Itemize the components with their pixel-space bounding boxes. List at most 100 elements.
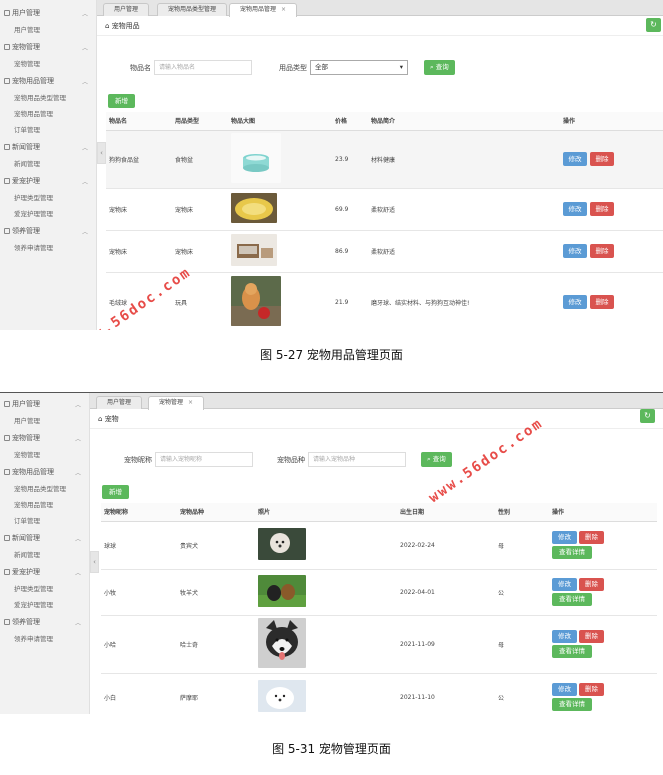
add-button[interactable]: 新增: [102, 485, 129, 499]
sidebar-group-pets[interactable]: 宠物管理 ︿: [0, 429, 89, 447]
folder-icon: [4, 619, 10, 625]
tab-supplies[interactable]: 宠物用品管理 ×: [229, 3, 298, 17]
delete-button[interactable]: 删除: [590, 202, 614, 216]
refresh-button[interactable]: ↻: [640, 409, 655, 423]
close-icon[interactable]: ×: [188, 399, 193, 406]
tab-users[interactable]: 用户管理: [103, 3, 150, 16]
edit-button[interactable]: 修改: [563, 202, 587, 216]
sidebar-item-supply-manage[interactable]: 宠物用品管理: [0, 497, 89, 513]
edit-button[interactable]: 修改: [552, 531, 577, 544]
delete-button[interactable]: 删除: [579, 578, 604, 591]
type-select[interactable]: 全部 ▾: [310, 60, 408, 75]
pet-photo-samoyed: [258, 680, 306, 712]
sidebar-group-news[interactable]: 新闻管理 ︿: [0, 138, 96, 156]
sidebar-item-care-manage[interactable]: 爱宠护理管理: [0, 597, 89, 613]
edit-button[interactable]: 修改: [552, 578, 577, 591]
sidebar-item-user-manage[interactable]: 用户管理: [0, 22, 96, 38]
folder-icon: [4, 435, 10, 441]
query-button[interactable]: ⌕ 查询: [421, 452, 452, 467]
sidebar-item-care-type[interactable]: 护理类型管理: [0, 190, 96, 206]
col-header: 性别: [495, 503, 549, 522]
delete-button[interactable]: 删除: [590, 152, 614, 166]
view-detail-button[interactable]: 查看详情: [552, 645, 592, 658]
sidebar-item-pet-manage[interactable]: 宠物管理: [0, 447, 89, 463]
sidebar-group-users[interactable]: 用户管理 ︿: [0, 395, 89, 413]
table-row: 小白 萨摩耶 2021-11-10 公 修改 删除 查看详情: [101, 673, 657, 714]
chevron-up-icon: ︿: [74, 435, 81, 443]
sidebar-group-news[interactable]: 新闻管理 ︿: [0, 529, 89, 547]
sidebar-item-care-manage[interactable]: 爱宠护理管理: [0, 206, 96, 222]
sidebar-group-pets[interactable]: 宠物管理 ︿: [0, 38, 96, 56]
view-detail-button[interactable]: 查看详情: [552, 593, 592, 606]
pet-photo-shepherd: [258, 575, 306, 607]
sidebar-item-care-type[interactable]: 护理类型管理: [0, 581, 89, 597]
table-row: 小哈 哈士奇 2021-11-09 母 修改 删除 查看详情: [101, 615, 657, 674]
search-name-group: 物品名 请输入物品名: [130, 60, 252, 75]
view-detail-button[interactable]: 查看详情: [552, 546, 592, 559]
view-detail-button[interactable]: 查看详情: [552, 698, 592, 711]
edit-button[interactable]: 修改: [563, 244, 587, 258]
edit-button[interactable]: 修改: [552, 630, 577, 643]
col-header: 用品类型: [172, 112, 228, 131]
nick-search-input[interactable]: 请输入宠物昵称: [155, 452, 253, 467]
query-button[interactable]: ⌕ 查询: [424, 60, 455, 75]
col-header: 宠物品种: [177, 503, 255, 522]
pets-table: 宠物昵称 宠物品种 照片 出生日期 性别 操作 球球 贵宾犬 2022-02-2…: [101, 503, 657, 714]
chevron-up-icon: ︿: [81, 10, 88, 18]
sidebar-item-adoption[interactable]: 领养申请管理: [0, 240, 96, 256]
sidebar-group-supplies[interactable]: 宠物用品管理 ︿: [0, 463, 89, 481]
folder-icon: [4, 144, 10, 150]
edit-button[interactable]: 修改: [552, 683, 577, 696]
folder-icon: [4, 228, 10, 234]
sidebar-item-supply-type[interactable]: 宠物用品类型管理: [0, 90, 96, 106]
figure-caption-2: 图 5-31 宠物管理页面: [272, 742, 391, 756]
main-panel: 用户管理 宠物管理 × ⌂ 宠物 ↻ 宠物昵称 请输入宠物昵称 宠物品种 请输入宠…: [90, 393, 663, 714]
col-header: 物品名: [106, 112, 172, 131]
sidebar-item-news[interactable]: 新闻管理: [0, 156, 96, 172]
col-header: 操作: [549, 503, 657, 522]
edit-button[interactable]: 修改: [563, 152, 587, 166]
chevron-up-icon: ︿: [74, 569, 81, 577]
breadcrumb: ⌂ 宠物 ↻: [90, 409, 663, 429]
sidebar-item-pet-manage[interactable]: 宠物管理: [0, 56, 96, 72]
breed-search-input[interactable]: 请输入宠物品种: [308, 452, 406, 467]
sidebar-group-users[interactable]: 用户管理 ︿: [0, 4, 96, 22]
chevron-up-icon: ︿: [81, 144, 88, 152]
sidebar-item-user-manage[interactable]: 用户管理: [0, 413, 89, 429]
delete-button[interactable]: 删除: [590, 295, 614, 309]
sidebar-group-adoption[interactable]: 领养管理 ︿: [0, 613, 89, 631]
add-button[interactable]: 新增: [108, 94, 135, 108]
table-row: 毛绒球 玩具 21.9 磨牙球、结实材料、与狗狗互动神佳! 修改 删除: [106, 272, 663, 330]
name-search-input[interactable]: 请输入物品名: [154, 60, 252, 75]
product-image-dog-ball: [231, 276, 281, 326]
delete-button[interactable]: 删除: [579, 683, 604, 696]
tab-supply-types[interactable]: 宠物用品类型管理: [157, 3, 228, 16]
delete-button[interactable]: 删除: [579, 630, 604, 643]
sidebar-item-adoption[interactable]: 领养申请管理: [0, 631, 89, 647]
sidebar-group-supplies[interactable]: 宠物用品管理 ︿: [0, 72, 96, 90]
col-header: 宠物昵称: [101, 503, 177, 522]
close-icon[interactable]: ×: [281, 6, 286, 13]
sidebar-group-care[interactable]: 爱宠护理 ︿: [0, 172, 96, 190]
tab-pets[interactable]: 宠物管理 ×: [148, 396, 205, 410]
tab-users[interactable]: 用户管理: [96, 396, 143, 409]
sidebar-item-orders[interactable]: 订单管理: [0, 513, 89, 529]
sidebar-item-news[interactable]: 新闻管理: [0, 547, 89, 563]
chevron-up-icon: ︿: [81, 78, 88, 86]
search-type-group: 用品类型 全部 ▾: [279, 60, 408, 75]
chevron-up-icon: ︿: [74, 619, 81, 627]
pet-photo-poodle: [258, 528, 306, 560]
refresh-button[interactable]: ↻: [646, 18, 661, 32]
sidebar-group-adoption[interactable]: 领养管理 ︿: [0, 222, 96, 240]
delete-button[interactable]: 删除: [579, 531, 604, 544]
sidebar-group-care[interactable]: 爱宠护理 ︿: [0, 563, 89, 581]
sidebar-item-supply-manage[interactable]: 宠物用品管理: [0, 106, 96, 122]
home-icon: ⌂: [105, 22, 110, 30]
table-row: 球球 贵宾犬 2022-02-24 母 修改 删除 查看详情: [101, 521, 657, 570]
tab-bar: 用户管理 宠物用品类型管理 宠物用品管理 ×: [97, 0, 663, 17]
sidebar-item-orders[interactable]: 订单管理: [0, 122, 96, 138]
delete-button[interactable]: 删除: [590, 244, 614, 258]
sidebar-item-supply-type[interactable]: 宠物用品类型管理: [0, 481, 89, 497]
search-nick-group: 宠物昵称 请输入宠物昵称: [124, 452, 253, 467]
edit-button[interactable]: 修改: [563, 295, 587, 309]
